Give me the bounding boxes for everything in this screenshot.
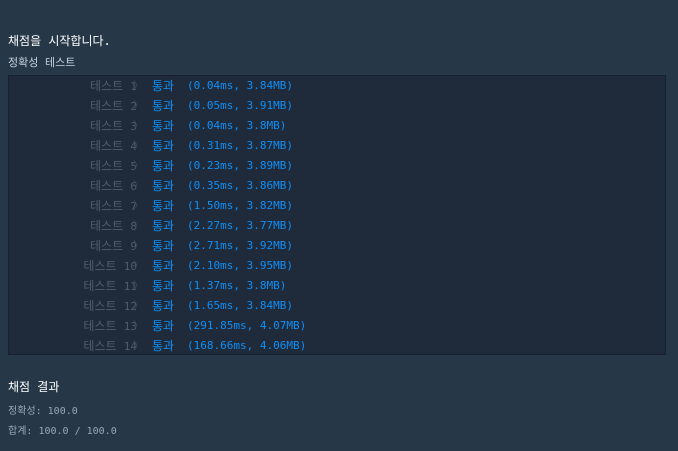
test-label: 테스트 <box>83 259 117 273</box>
bracket-divider: 〉 <box>133 199 144 212</box>
test-row: 테스트 5 〉 통과 (0.23ms, 3.89MB) <box>9 156 665 176</box>
test-label: 테스트 <box>83 339 117 353</box>
test-label: 테스트 <box>90 159 124 173</box>
test-detail: (0.23ms, 3.89MB) <box>187 159 293 172</box>
test-detail: (0.04ms, 3.8MB) <box>187 119 287 132</box>
test-name: 테스트 1 <box>90 76 137 97</box>
test-name: 테스트 13 <box>83 316 137 337</box>
test-name: 테스트 10 <box>83 256 137 277</box>
accuracy-value: 100.0 <box>47 406 78 417</box>
test-status: 통과 <box>152 279 175 293</box>
test-detail: (2.10ms, 3.95MB) <box>187 259 293 272</box>
total-summary: 합계: 100.0 / 100.0 <box>8 422 117 437</box>
bracket-divider: 〉 <box>133 119 144 132</box>
test-detail: (2.71ms, 3.92MB) <box>187 239 293 252</box>
test-row: 테스트 12 〉 통과 (1.65ms, 3.84MB) <box>9 296 665 316</box>
test-status: 통과 <box>152 259 175 273</box>
accuracy-label: 정확성: <box>8 406 42 417</box>
console-output: 채점을 시작합니다. 정확성 테스트 테스트 1 〉 통과 (0.04ms, 3.84… <box>0 0 678 451</box>
test-status: 통과 <box>152 339 175 353</box>
test-row: 테스트 4 〉 통과 (0.31ms, 3.87MB) <box>9 136 665 156</box>
test-row: 테스트 3 〉 통과 (0.04ms, 3.8MB) <box>9 116 665 136</box>
result-title: 채점 결과 <box>8 380 60 394</box>
bracket-divider: 〉 <box>133 99 144 112</box>
test-status: 통과 <box>152 139 175 153</box>
test-label: 테스트 <box>90 199 124 213</box>
test-status: 통과 <box>152 299 175 313</box>
test-results-box: 테스트 1 〉 통과 (0.04ms, 3.84MB) 테스트 2 〉 통과 (0.05ms,… <box>8 75 666 355</box>
test-row: 테스트 10 〉 통과 (2.10ms, 3.95MB) <box>9 256 665 276</box>
test-detail: (2.27ms, 3.77MB) <box>187 219 293 232</box>
test-name: 테스트 6 <box>90 176 137 197</box>
test-row: 테스트 13 〉 통과 (291.85ms, 4.07MB) <box>9 316 665 336</box>
test-detail: (1.65ms, 3.84MB) <box>187 299 293 312</box>
test-name: 테스트 11 <box>83 276 137 297</box>
bracket-divider: 〉 <box>133 239 144 252</box>
test-detail: (0.35ms, 3.86MB) <box>187 179 293 192</box>
test-name: 테스트 9 <box>90 236 137 257</box>
test-row: 테스트 2 〉 통과 (0.05ms, 3.91MB) <box>9 96 665 116</box>
bracket-divider: 〉 <box>133 159 144 172</box>
test-row: 테스트 9 〉 통과 (2.71ms, 3.92MB) <box>9 236 665 256</box>
test-row: 테스트 6 〉 통과 (0.35ms, 3.86MB) <box>9 176 665 196</box>
bracket-divider: 〉 <box>133 339 144 352</box>
test-status: 통과 <box>152 79 175 93</box>
test-label: 테스트 <box>90 139 124 153</box>
accuracy-summary: 정확성: 100.0 <box>8 402 78 417</box>
test-detail: (291.85ms, 4.07MB) <box>187 319 307 332</box>
bracket-divider: 〉 <box>133 219 144 232</box>
test-row: 테스트 7 〉 통과 (1.50ms, 3.82MB) <box>9 196 665 216</box>
test-row: 테스트 8 〉 통과 (2.27ms, 3.77MB) <box>9 216 665 236</box>
test-status: 통과 <box>152 159 175 173</box>
bracket-divider: 〉 <box>133 139 144 152</box>
test-label: 테스트 <box>90 119 124 133</box>
test-label: 테스트 <box>90 219 124 233</box>
test-name: 테스트 14 <box>83 336 137 357</box>
test-status: 통과 <box>152 319 175 333</box>
test-detail: (0.05ms, 3.91MB) <box>187 99 293 112</box>
start-message: 채점을 시작합니다. <box>8 34 111 48</box>
test-label: 테스트 <box>90 179 124 193</box>
test-row: 테스트 14 〉 통과 (168.66ms, 4.06MB) <box>9 336 665 356</box>
test-name: 테스트 2 <box>90 96 137 117</box>
test-detail: (1.50ms, 3.82MB) <box>187 199 293 212</box>
test-name: 테스트 8 <box>90 216 137 237</box>
test-label: 테스트 <box>83 319 117 333</box>
test-detail: (168.66ms, 4.06MB) <box>187 339 307 352</box>
total-label: 합계: <box>8 426 33 437</box>
test-name: 테스트 7 <box>90 196 137 217</box>
bracket-divider: 〉 <box>133 79 144 92</box>
test-label: 테스트 <box>90 79 124 93</box>
test-row: 테스트 11 〉 통과 (1.37ms, 3.8MB) <box>9 276 665 296</box>
test-label: 테스트 <box>83 299 117 313</box>
test-status: 통과 <box>152 119 175 133</box>
section-label: 정확성 테스트 <box>8 56 76 69</box>
test-name: 테스트 12 <box>83 296 137 317</box>
test-label: 테스트 <box>90 239 124 253</box>
test-name: 테스트 4 <box>90 136 137 157</box>
test-detail: (0.04ms, 3.84MB) <box>187 79 293 92</box>
test-detail: (0.31ms, 3.87MB) <box>187 139 293 152</box>
test-name: 테스트 3 <box>90 116 137 137</box>
bracket-divider: 〉 <box>133 299 144 312</box>
test-name: 테스트 5 <box>90 156 137 177</box>
test-status: 통과 <box>152 99 175 113</box>
test-row: 테스트 1 〉 통과 (0.04ms, 3.84MB) <box>9 76 665 96</box>
test-status: 통과 <box>152 219 175 233</box>
bracket-divider: 〉 <box>133 319 144 332</box>
total-value: 100.0 / 100.0 <box>38 426 117 437</box>
test-status: 통과 <box>152 239 175 253</box>
test-label: 테스트 <box>83 279 117 293</box>
test-detail: (1.37ms, 3.8MB) <box>187 279 287 292</box>
test-status: 통과 <box>152 179 175 193</box>
bracket-divider: 〉 <box>133 259 144 272</box>
bracket-divider: 〉 <box>133 279 144 292</box>
test-status: 통과 <box>152 199 175 213</box>
test-label: 테스트 <box>90 99 124 113</box>
bracket-divider: 〉 <box>133 179 144 192</box>
